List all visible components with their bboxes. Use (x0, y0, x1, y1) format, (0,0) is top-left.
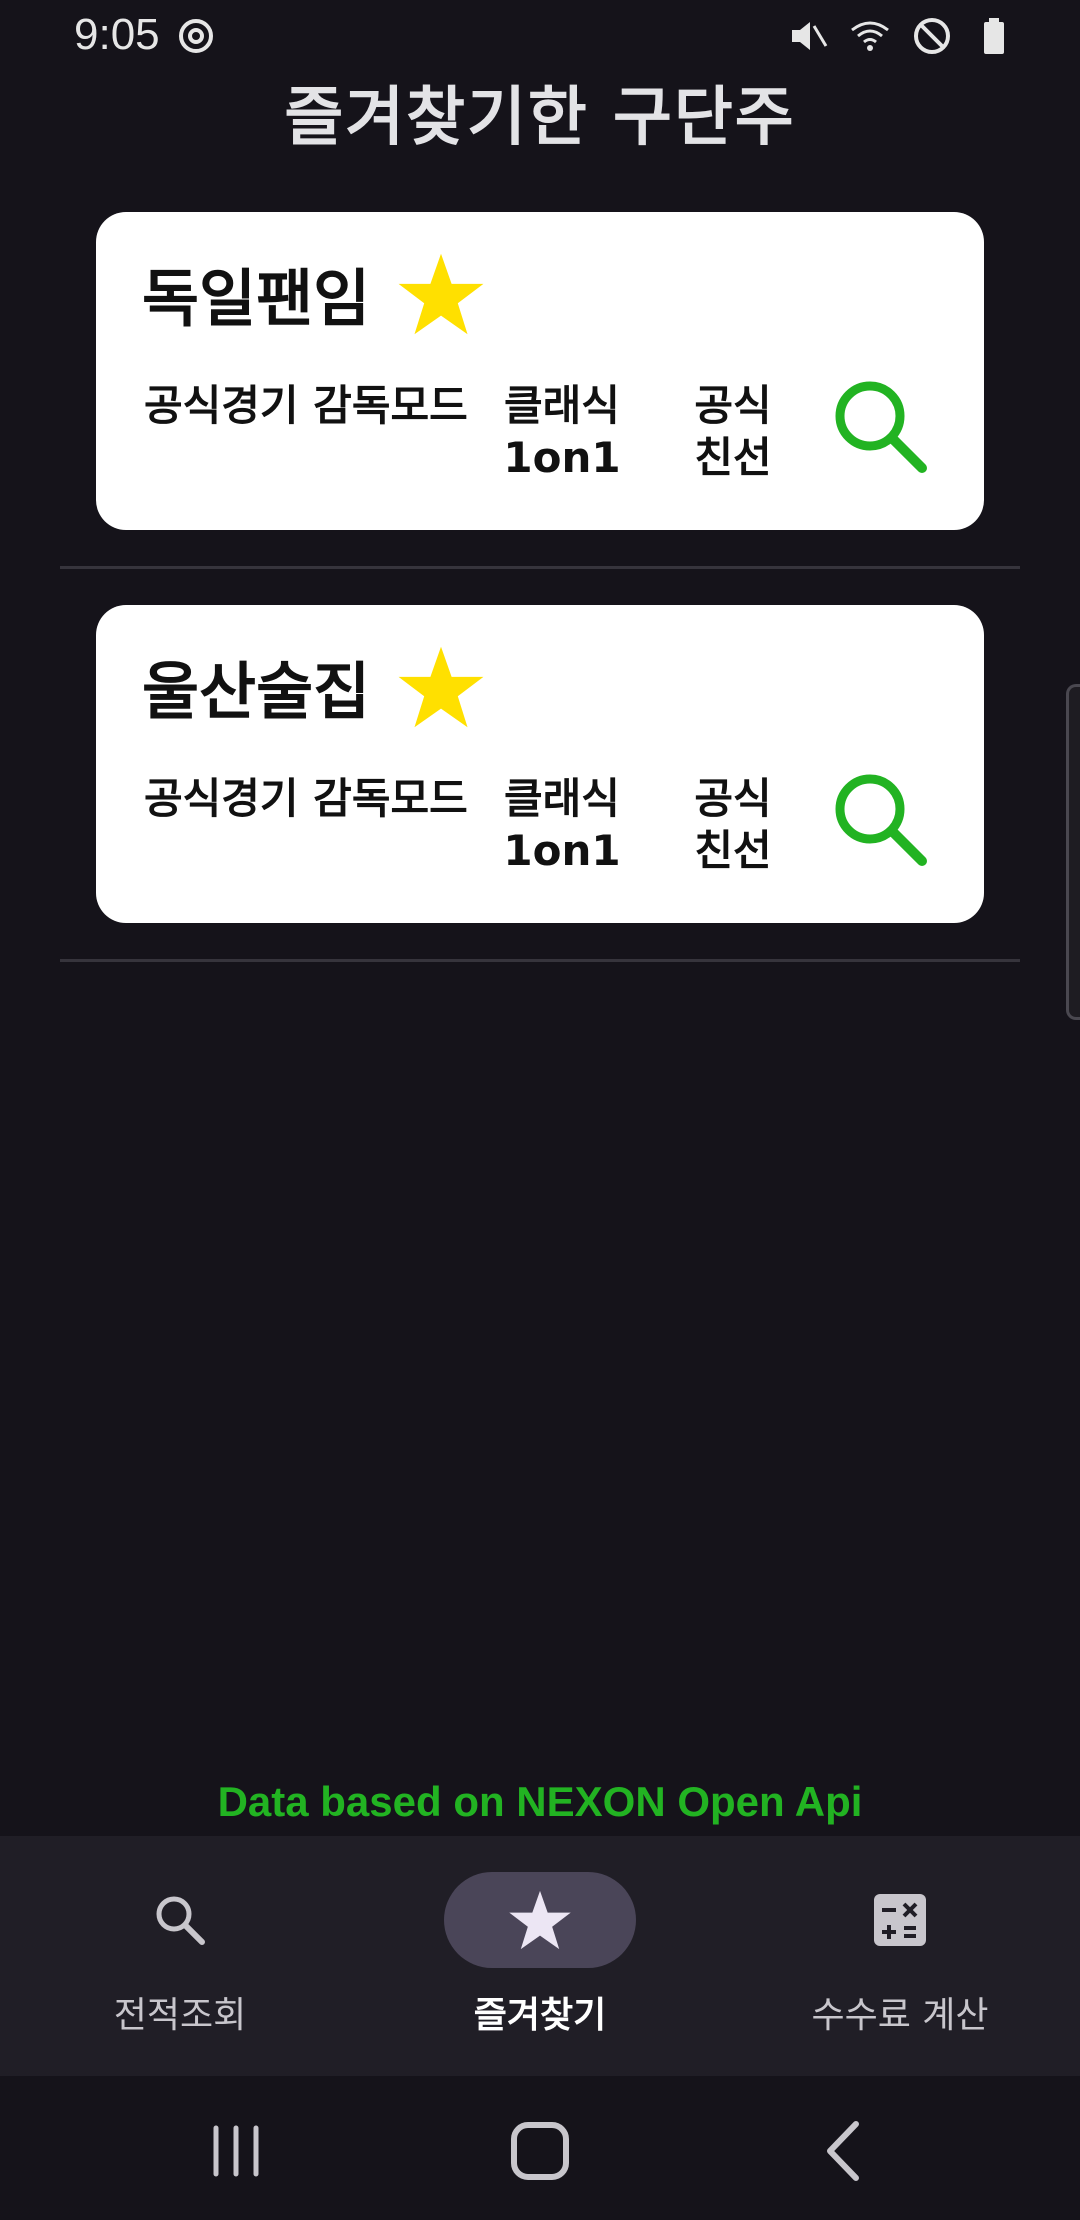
mode-official-manager[interactable]: 공식경기 감독모드 (144, 773, 476, 825)
home-icon[interactable] (500, 2116, 580, 2186)
bottom-nav: 전적조회 즐겨찾기 수수료 계산 (0, 1836, 1080, 2076)
mode-official-friendly[interactable]: 공식 친선 (668, 380, 798, 484)
favorite-card[interactable]: 독일팬임 공식경기 감독모드 클래식 1on1 공식 친선 (96, 212, 984, 530)
nav-pill (444, 1872, 636, 1968)
nav-item-fee-calculator[interactable]: 수수료 계산 (720, 1836, 1080, 2076)
nav-label: 전적조회 (113, 1995, 247, 2036)
mode-official-friendly[interactable]: 공식 친선 (668, 773, 798, 877)
search-icon (156, 1896, 205, 1945)
recent-apps-icon[interactable] (196, 2116, 276, 2186)
system-nav-bar (0, 2076, 1080, 2220)
api-credit: Data based on NEXON Open Api (217, 1778, 863, 1825)
favorite-card[interactable]: 울산술집 공식경기 감독모드 클래식 1on1 공식 친선 (96, 605, 984, 923)
nav-pill (84, 1872, 276, 1968)
status-time: 9:05 (74, 10, 160, 59)
search-icon[interactable] (826, 767, 936, 877)
nav-label: 즐겨찾기 (473, 1995, 607, 2036)
back-icon[interactable] (804, 2116, 884, 2186)
page-title: 즐겨찾기한 구단주 (284, 81, 796, 155)
battery-icon (984, 18, 1004, 54)
search-icon[interactable] (826, 374, 936, 484)
scrollbar[interactable] (1066, 684, 1080, 1020)
mode-official-manager[interactable]: 공식경기 감독모드 (144, 380, 476, 432)
mute-icon (792, 22, 828, 50)
sync-icon (179, 19, 213, 53)
calculator-icon (874, 1894, 926, 1946)
nav-label: 수수료 계산 (811, 1995, 989, 2036)
star-icon (509, 1890, 571, 1950)
divider (60, 566, 1020, 569)
status-icons (788, 14, 1014, 58)
nav-item-search[interactable]: 전적조회 (0, 1836, 360, 2076)
star-icon[interactable] (396, 645, 486, 729)
mode-classic-1on1[interactable]: 클래식 1on1 (496, 773, 628, 877)
nav-item-favorites[interactable]: 즐겨찾기 (360, 1836, 720, 2076)
do-not-disturb-icon (914, 18, 950, 54)
mode-classic-1on1[interactable]: 클래식 1on1 (496, 380, 628, 484)
favorite-name: 독일팬임 (142, 262, 371, 335)
status-bar: 9:05 (0, 0, 1080, 72)
divider (60, 959, 1020, 962)
nav-pill (804, 1872, 996, 1968)
wifi-icon (851, 21, 889, 51)
favorite-name: 울산술집 (142, 655, 371, 728)
star-icon[interactable] (396, 252, 486, 336)
